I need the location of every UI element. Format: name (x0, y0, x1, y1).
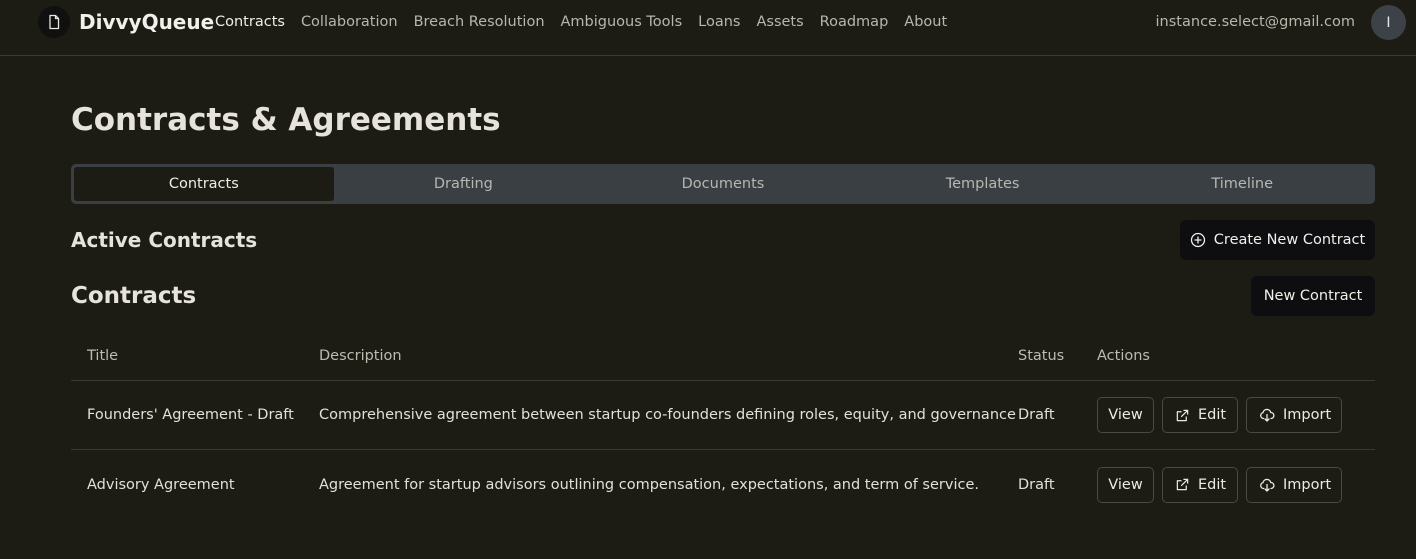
tab-templates[interactable]: Templates (853, 167, 1113, 201)
row-actions: View Edit Import (1097, 466, 1342, 503)
contract-status: Draft (1018, 407, 1055, 423)
create-new-contract-button[interactable]: Create New Contract (1180, 220, 1375, 260)
import-button[interactable]: Import (1246, 397, 1342, 433)
edit-button[interactable]: Edit (1162, 466, 1238, 503)
cloud-download-icon (1259, 407, 1275, 423)
table-row: Founders' Agreement - Draft Comprehensiv… (71, 381, 1375, 450)
table-header: Title Description Status Actions (71, 332, 1375, 381)
nav-assets[interactable]: Assets (756, 14, 803, 30)
plus-circle-icon (1190, 232, 1206, 248)
nav-collaboration[interactable]: Collaboration (301, 14, 398, 30)
brand-name[interactable]: DivvyQueue (79, 10, 214, 34)
document-logo-icon[interactable] (38, 6, 70, 38)
new-contract-button[interactable]: New Contract (1251, 276, 1375, 316)
external-link-icon (1175, 477, 1190, 492)
column-header-description: Description (319, 348, 402, 364)
row-actions: View Edit Import (1097, 397, 1342, 433)
create-new-contract-label: Create New Contract (1213, 232, 1366, 248)
edit-label: Edit (1198, 407, 1227, 423)
tab-drafting[interactable]: Drafting (334, 167, 594, 201)
column-header-actions: Actions (1097, 348, 1150, 364)
import-label: Import (1283, 407, 1332, 423)
contracts-heading: Contracts (71, 283, 197, 309)
nav-about[interactable]: About (904, 14, 947, 30)
tab-documents[interactable]: Documents (593, 167, 853, 201)
nav-roadmap[interactable]: Roadmap (820, 14, 889, 30)
view-button[interactable]: View (1097, 397, 1154, 433)
nav-loans[interactable]: Loans (698, 14, 740, 30)
contract-description: Comprehensive agreement between startup … (319, 407, 1016, 423)
tab-bar: Contracts Drafting Documents Templates T… (71, 164, 1375, 204)
column-header-title: Title (87, 348, 119, 364)
page-title: Contracts & Agreements (71, 102, 501, 138)
edit-label: Edit (1198, 476, 1227, 493)
nav-contracts[interactable]: Contracts (215, 14, 285, 30)
table-row: Advisory Agreement Agreement for startup… (71, 450, 1375, 519)
import-label: Import (1283, 476, 1332, 493)
top-navigation-bar: DivvyQueue Contracts Collaboration Breac… (0, 0, 1416, 56)
contract-description: Agreement for startup advisors outlining… (319, 476, 979, 493)
contract-title: Advisory Agreement (87, 476, 235, 493)
tab-contracts[interactable]: Contracts (74, 167, 334, 201)
tab-timeline[interactable]: Timeline (1112, 167, 1372, 201)
import-button[interactable]: Import (1246, 466, 1342, 503)
column-header-status: Status (1018, 348, 1065, 364)
contract-title: Founders' Agreement - Draft (87, 407, 294, 423)
view-button[interactable]: View (1097, 466, 1154, 503)
nav-ambiguous-tools[interactable]: Ambiguous Tools (561, 14, 683, 30)
contract-status: Draft (1018, 476, 1055, 493)
user-avatar[interactable]: I (1371, 5, 1406, 40)
main-nav: Contracts Collaboration Breach Resolutio… (215, 14, 963, 30)
active-contracts-heading: Active Contracts (71, 228, 258, 252)
edit-button[interactable]: Edit (1162, 397, 1238, 433)
user-email: instance.select@gmail.com (1155, 14, 1355, 30)
contracts-table: Title Description Status Actions Founder… (71, 332, 1375, 519)
external-link-icon (1175, 408, 1190, 423)
nav-breach-resolution[interactable]: Breach Resolution (414, 14, 545, 30)
cloud-download-icon (1259, 477, 1275, 493)
